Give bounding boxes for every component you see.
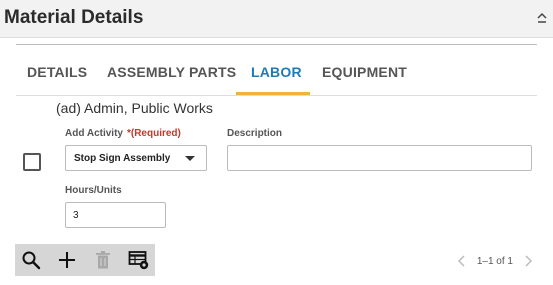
details-panel: DETAILS ASSEMBLY PARTS LABOR EQUIPMENT (… [0,37,553,285]
add-activity-label: Add Activity *(Required) [65,128,181,139]
search-icon [22,251,41,270]
prev-page-button[interactable] [457,254,467,268]
page-range: 1–1 of 1 [476,255,513,267]
delete-icon [96,251,110,269]
add-activity-label-text: Add Activity [65,128,123,139]
pagination: 1–1 of 1 [457,254,533,268]
grid-settings-button[interactable] [127,248,151,272]
divider [16,95,537,96]
row-checkbox[interactable] [23,153,41,171]
chevron-right-icon [525,255,532,267]
hours-units-input[interactable] [65,202,166,228]
next-page-button[interactable] [523,254,533,268]
add-activity-select[interactable]: Stop Sign Assembly [65,145,207,171]
labor-record-name: (ad) Admin, Public Works [56,100,213,116]
tab-assembly-parts[interactable]: ASSEMBLY PARTS [107,64,236,80]
divider [16,44,537,45]
grid-settings-icon [128,251,149,270]
page-title: Material Details [4,7,144,28]
tab-details[interactable]: DETAILS [27,64,87,80]
tab-equipment[interactable]: EQUIPMENT [322,64,407,80]
tab-labor[interactable]: LABOR [251,64,302,80]
hours-units-label: Hours/Units [65,185,122,196]
caret-down-icon [185,156,195,161]
search-button[interactable] [19,248,43,272]
description-input[interactable] [227,145,532,171]
add-button[interactable] [55,248,79,272]
chevron-up-icon[interactable] [536,10,548,26]
add-activity-value: Stop Sign Assembly [74,153,171,164]
grid-toolbar [15,244,155,276]
add-icon [59,252,75,268]
chevron-left-icon [457,255,465,267]
delete-button[interactable] [91,248,115,272]
description-label: Description [227,128,283,139]
header: Material Details [0,0,553,36]
required-marker: *(Required) [126,128,181,139]
